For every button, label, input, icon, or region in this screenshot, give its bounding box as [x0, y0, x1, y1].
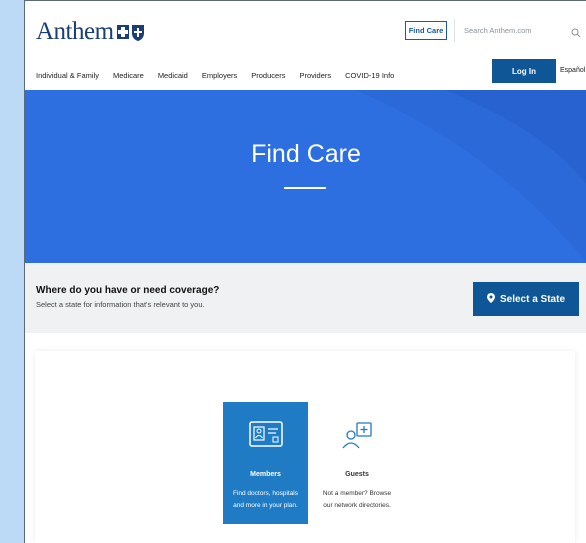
blue-cross-blue-shield-icon: [116, 22, 146, 42]
guests-description: Not a member? Browse our network directo…: [316, 488, 398, 512]
nav-item-employers[interactable]: Employers: [202, 71, 237, 80]
search-input[interactable]: [462, 25, 566, 36]
hero-background-shape: [355, 90, 586, 262]
coverage-subtitle: Select a state for information that's re…: [36, 300, 205, 309]
logo-text: Anthem: [36, 18, 114, 45]
browser-page: Anthem Find Care Individual & Family Med…: [24, 0, 586, 543]
nav-item-medicare[interactable]: Medicare: [113, 71, 144, 80]
language-link[interactable]: Español: [560, 67, 585, 74]
location-pin-icon: [486, 292, 495, 306]
hero-banner: Find Care: [25, 90, 586, 263]
members-desc-line-2: and more in your plan.: [233, 502, 298, 509]
member-id-card-icon: [223, 421, 308, 447]
main-nav: Individual & Family Medicare Medicaid Em…: [36, 71, 408, 80]
coverage-title: Where do you have or need coverage?: [36, 285, 220, 296]
guests-card[interactable]: Guests Not a member? Browse our network …: [316, 402, 398, 524]
select-state-label: Select a State: [499, 293, 566, 305]
guests-desc-line-1: Not a member? Browse: [322, 490, 392, 497]
search-bar[interactable]: [454, 19, 586, 42]
search-icon[interactable]: [571, 25, 581, 43]
guests-title: Guests: [345, 471, 369, 478]
login-button[interactable]: Log In: [492, 59, 556, 83]
anthem-logo[interactable]: Anthem: [36, 17, 146, 47]
members-description: Find doctors, hospitals and more in your…: [223, 488, 308, 512]
nav-item-individual-family[interactable]: Individual & Family: [36, 71, 99, 80]
guests-desc-line-2: our network directories.: [323, 502, 391, 509]
members-card[interactable]: Members Find doctors, hospitals and more…: [223, 402, 308, 524]
members-title: Members: [250, 471, 281, 478]
title-underline: [284, 187, 326, 189]
nav-item-covid-19-info[interactable]: COVID-19 Info: [345, 71, 394, 80]
coverage-section: Where do you have or need coverage? Sele…: [25, 263, 586, 333]
nav-item-producers[interactable]: Producers: [251, 71, 285, 80]
nav-item-medicaid[interactable]: Medicaid: [158, 71, 188, 80]
find-care-button[interactable]: Find Care: [405, 21, 447, 40]
guest-directory-icon: [316, 421, 398, 451]
select-state-button[interactable]: Select a State: [473, 282, 579, 316]
page-title: Find Care: [251, 140, 361, 168]
nav-item-providers[interactable]: Providers: [299, 71, 331, 80]
members-desc-line-1: Find doctors, hospitals: [232, 490, 299, 497]
